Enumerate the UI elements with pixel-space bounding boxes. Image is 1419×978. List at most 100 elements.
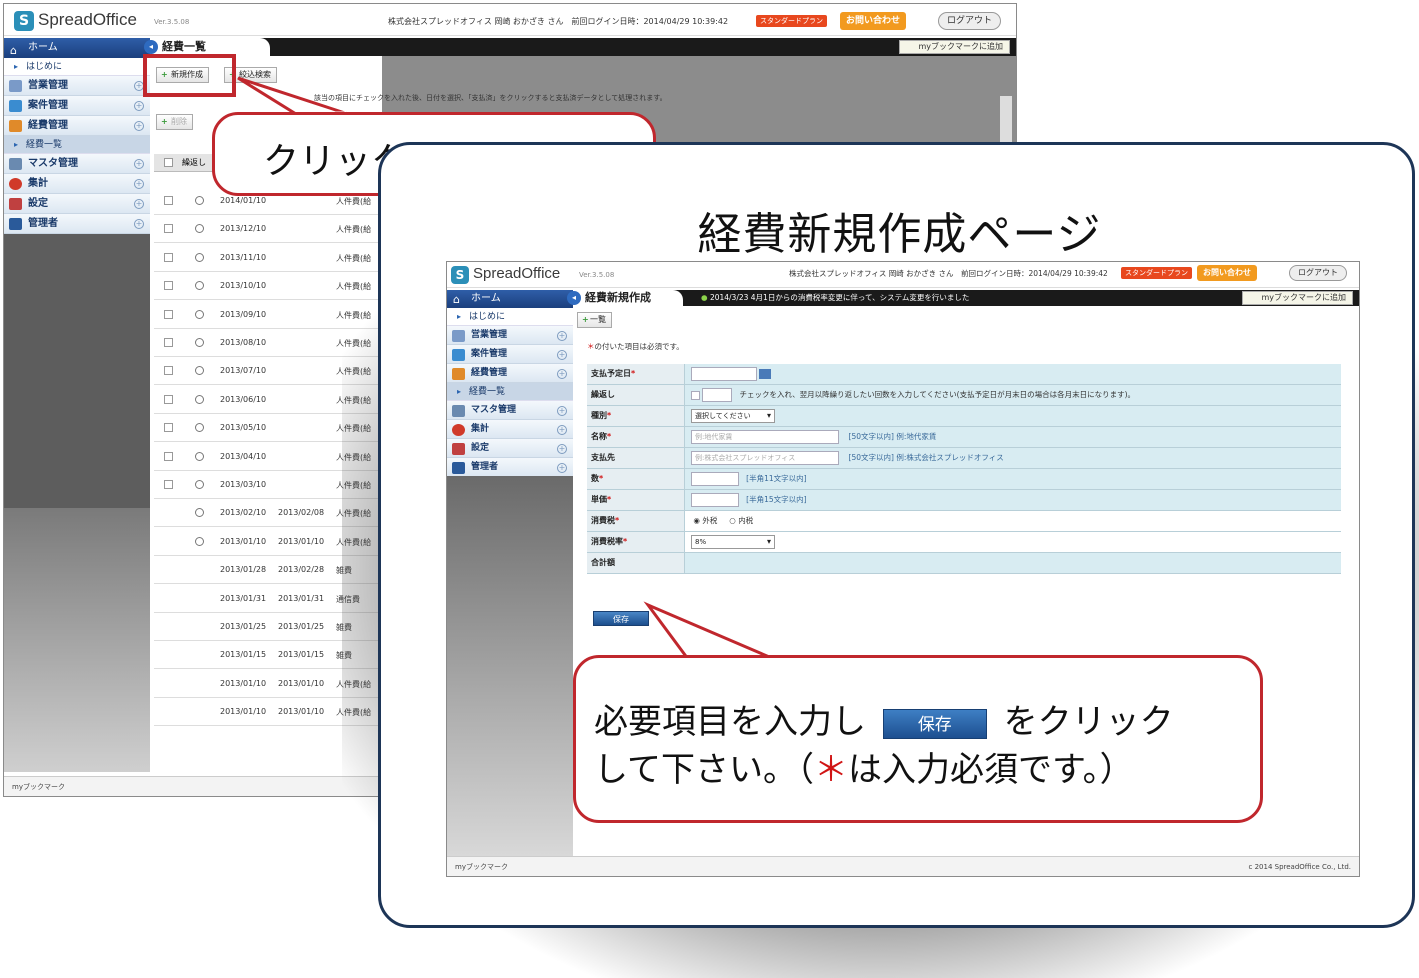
row-checkbox[interactable]	[164, 281, 173, 291]
name-input[interactable]: 例:地代家賃	[691, 430, 839, 444]
sidebar-home[interactable]: ⌂ ホーム	[447, 290, 573, 308]
calendar-icon[interactable]	[759, 369, 772, 379]
sidebar-item-master[interactable]: マスタ管理 +	[447, 401, 573, 420]
sidebar-item-sales[interactable]: 営業管理 +	[4, 76, 150, 96]
row-radio[interactable]	[195, 309, 204, 319]
expand-icon[interactable]: +	[557, 444, 567, 454]
expenses-icon	[9, 120, 22, 132]
tab-bar: ◂ 経費一覧 myブックマークに追加	[144, 38, 1016, 56]
list-button[interactable]: 一覧	[577, 312, 612, 328]
expand-icon[interactable]: +	[557, 369, 567, 379]
sidebar-sub-expense-list[interactable]: 経費一覧	[4, 136, 150, 154]
sidebar-item-settings[interactable]: 設定 +	[447, 439, 573, 458]
master-icon	[9, 158, 22, 170]
expand-icon[interactable]: +	[134, 199, 144, 209]
row-radio[interactable]	[195, 252, 204, 262]
required-asterisk: ＊	[587, 342, 595, 351]
sidebar-home[interactable]: ⌂ ホーム	[4, 38, 150, 58]
delete-button[interactable]: 削除	[156, 114, 193, 130]
callout-line1: 必要項目を入力し 保存 をクリック	[594, 702, 1174, 742]
row-radio[interactable]	[195, 423, 204, 433]
expand-icon[interactable]: +	[134, 121, 144, 131]
sidebar-item-settings[interactable]: 設定 +	[4, 194, 150, 214]
repeat-checkbox[interactable]	[691, 390, 700, 400]
sidebar-item-expenses[interactable]: 経費管理 +	[4, 116, 150, 136]
sidebar-item-expenses[interactable]: 経費管理 +	[447, 364, 573, 383]
select-all-checkbox[interactable]	[164, 158, 173, 167]
payee-input[interactable]: 例:株式会社スプレッドオフィス	[691, 451, 839, 465]
row-radio[interactable]	[195, 281, 204, 291]
sidebar-item-admin[interactable]: 管理者 +	[447, 458, 573, 477]
sidebar-item-projects[interactable]: 案件管理 +	[4, 96, 150, 116]
row-checkbox[interactable]	[164, 423, 173, 433]
sidebar-sub-expense-list[interactable]: 経費一覧	[447, 383, 573, 401]
unit-price-input[interactable]	[691, 493, 739, 507]
expand-icon[interactable]: +	[134, 159, 144, 169]
expand-icon[interactable]: +	[557, 331, 567, 341]
back-arrow-icon[interactable]: ◂	[567, 291, 581, 305]
sidebar-item-summary[interactable]: 集計 +	[4, 174, 150, 194]
row-radio[interactable]	[195, 394, 204, 404]
row-checkbox[interactable]	[164, 451, 173, 461]
row-date: 2013/01/31	[220, 593, 267, 603]
info-icon: ●	[701, 293, 708, 302]
row-radio[interactable]	[195, 536, 204, 546]
row-checkbox[interactable]	[164, 338, 173, 347]
expand-icon[interactable]: +	[134, 101, 144, 111]
category-select[interactable]: 選択してください	[691, 409, 775, 423]
row-radio[interactable]	[195, 451, 204, 461]
row-radio[interactable]	[195, 480, 204, 489]
tax-rate-select[interactable]: 8%	[691, 535, 775, 549]
sales-icon	[9, 80, 22, 92]
tax-exclusive-radio[interactable]: ◉	[693, 516, 700, 525]
expand-icon[interactable]: +	[557, 406, 567, 416]
tab-new-expense[interactable]: ◂ 経費新規作成	[567, 290, 683, 306]
row-radio[interactable]	[195, 224, 204, 234]
repeat-count-input[interactable]	[702, 388, 733, 402]
bookmark-button[interactable]: myブックマークに追加	[899, 40, 1010, 54]
pay-date-input[interactable]	[691, 367, 757, 381]
back-arrow-icon[interactable]: ◂	[144, 40, 158, 54]
sidebar-item-sales[interactable]: 営業管理 +	[447, 326, 573, 345]
row-radio[interactable]	[195, 338, 204, 347]
sidebar-item-admin[interactable]: 管理者 +	[4, 214, 150, 234]
footer-bookmark[interactable]: myブックマーク	[4, 783, 65, 791]
user-info: 株式会社スプレッドオフィス 岡崎 おかざき さん 前回ログイン日時：2014/0…	[388, 17, 729, 26]
sidebar-intro[interactable]: はじめに	[4, 58, 150, 76]
expand-icon[interactable]: +	[557, 425, 567, 435]
logout-button[interactable]: ログアウト	[938, 12, 1002, 30]
sidebar-item-projects[interactable]: 案件管理 +	[447, 345, 573, 364]
tax-inclusive-radio[interactable]: ○	[729, 516, 736, 525]
row-checkbox[interactable]	[164, 252, 173, 262]
admin-icon	[452, 462, 465, 474]
form-footer-bookmark[interactable]: myブックマーク	[447, 863, 508, 871]
contact-button[interactable]: お問い合わせ	[840, 12, 907, 30]
app-header: S SpreadOffice Ver.3.5.08 株式会社スプレッドオフィス …	[4, 4, 1016, 36]
row-checkbox[interactable]	[164, 480, 173, 489]
form-contact-button[interactable]: お問い合わせ	[1197, 265, 1257, 281]
home-icon: ⌂	[453, 293, 460, 306]
row-paid-date: 2013/01/25	[278, 622, 325, 631]
expand-icon[interactable]: +	[134, 219, 144, 229]
sidebar-intro[interactable]: はじめに	[447, 308, 573, 326]
row-checkbox[interactable]	[164, 309, 173, 319]
row-checkbox[interactable]	[164, 196, 173, 205]
expand-icon[interactable]: +	[557, 350, 567, 360]
expense-form: 支払予定日* 繰返し チェックを入れ、翌月以降繰り返したい回数を入力してください…	[587, 364, 1341, 574]
row-checkbox[interactable]	[164, 366, 173, 376]
row-radio[interactable]	[195, 366, 204, 376]
row-checkbox[interactable]	[164, 394, 173, 404]
row-radio[interactable]	[195, 196, 204, 205]
field-category: 種別* 選択してください	[587, 406, 1341, 427]
quantity-input[interactable]	[691, 472, 739, 486]
row-date: 2013/01/15	[220, 650, 267, 660]
row-checkbox[interactable]	[164, 224, 173, 234]
expand-icon[interactable]: +	[134, 179, 144, 189]
sidebar-item-summary[interactable]: 集計 +	[447, 420, 573, 439]
expand-icon[interactable]: +	[557, 463, 567, 473]
form-bookmark-button[interactable]: myブックマークに追加	[1242, 291, 1353, 305]
row-radio[interactable]	[195, 508, 204, 518]
sidebar-item-master[interactable]: マスタ管理 +	[4, 154, 150, 174]
form-logout-button[interactable]: ログアウト	[1289, 265, 1347, 281]
row-date: 2013/01/10	[220, 536, 267, 546]
